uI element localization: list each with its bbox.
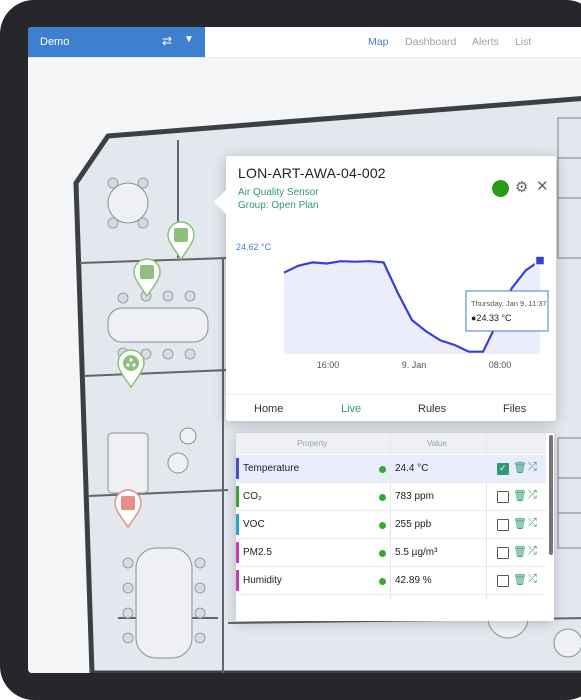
swap-icon[interactable]: ⇄ bbox=[162, 34, 172, 48]
table-row[interactable]: Humidity 42.89 % 🗑 ⤮ bbox=[236, 567, 546, 595]
sensor-popup: LON-ART-AWA-04-002 Air Quality Sensor Gr… bbox=[214, 156, 556, 421]
chart-point-marker[interactable] bbox=[534, 255, 546, 266]
app-screen: Demo ⇄ ▼ Map Dashboard Alerts List LON-A… bbox=[28, 27, 581, 673]
shuffle-icon[interactable]: ⤮ bbox=[528, 489, 537, 502]
show-on-chart-checkbox[interactable] bbox=[497, 519, 509, 531]
row-color-bar bbox=[236, 458, 239, 479]
show-on-chart-checkbox[interactable] bbox=[497, 491, 509, 503]
status-dot bbox=[379, 466, 386, 473]
shuffle-icon[interactable]: ⤮ bbox=[528, 461, 537, 474]
status-dot bbox=[379, 578, 386, 585]
property-value: 24.4 °C bbox=[395, 463, 429, 474]
nav-map[interactable]: Map bbox=[368, 36, 388, 48]
show-on-chart-checkbox[interactable] bbox=[497, 463, 509, 475]
sensor-group: Group: Open Plan bbox=[238, 200, 319, 211]
property-table: Property Value Temperature 24.4 °C 🗑 ⤮ C… bbox=[236, 433, 554, 621]
property-name: Humidity bbox=[243, 575, 282, 586]
group-selector-label: Demo bbox=[40, 36, 70, 48]
nav-alerts[interactable]: Alerts bbox=[472, 36, 499, 48]
chart-tooltip bbox=[465, 290, 549, 332]
status-indicator bbox=[492, 180, 509, 197]
property-name: CO₂ bbox=[243, 491, 262, 502]
sensor-title: LON-ART-AWA-04-002 bbox=[238, 165, 386, 181]
close-icon[interactable]: ✕ bbox=[536, 177, 549, 195]
x-tick-label: 16:00 bbox=[317, 360, 340, 370]
table-row[interactable]: VOC 255 ppb 🗑 ⤮ bbox=[236, 511, 546, 539]
top-bar: Demo ⇄ ▼ Map Dashboard Alerts List bbox=[28, 27, 581, 58]
tab-home[interactable]: Home bbox=[254, 403, 283, 415]
nav-dashboard[interactable]: Dashboard bbox=[405, 36, 456, 48]
x-tick-label: 9. Jan bbox=[402, 360, 427, 370]
y-axis-top-label: 24.62 °C bbox=[236, 242, 272, 252]
sensor-pin-3[interactable] bbox=[116, 349, 146, 389]
shuffle-icon[interactable]: ⤮ bbox=[528, 517, 537, 530]
tab-files[interactable]: Files bbox=[503, 403, 526, 415]
tab-live[interactable]: Live bbox=[341, 403, 361, 415]
trash-icon[interactable]: 🗑 bbox=[513, 545, 527, 558]
tooltip-date: Thursday, Jan 9, 11:37 bbox=[471, 299, 547, 308]
status-dot bbox=[379, 494, 386, 501]
property-name: Temperature bbox=[243, 463, 300, 474]
property-value: 255 ppb bbox=[395, 519, 432, 530]
chevron-down-icon[interactable]: ▼ bbox=[184, 34, 194, 45]
sensor-pin-1[interactable] bbox=[166, 221, 196, 261]
column-header-property: Property bbox=[297, 439, 328, 448]
temperature-chart: 24.62 °C 16:00 9. Jan 08:00 Thursday, Ja… bbox=[236, 242, 549, 370]
x-tick-label: 08:00 bbox=[489, 360, 512, 370]
table-row[interactable]: CO₂ 783 ppm 🗑 ⤮ bbox=[236, 483, 546, 511]
table-scrollbar[interactable] bbox=[549, 435, 553, 555]
table-row[interactable]: PM2.5 5.5 µg/m³ 🗑 ⤮ bbox=[236, 539, 546, 567]
property-value: 42.89 % bbox=[395, 575, 432, 586]
shuffle-icon[interactable]: ⤮ bbox=[528, 573, 537, 586]
row-color-bar bbox=[236, 542, 239, 563]
trash-icon[interactable]: 🗑 bbox=[513, 517, 527, 530]
property-value: 783 ppm bbox=[395, 491, 434, 502]
status-dot bbox=[379, 522, 386, 529]
property-value: 5.5 µg/m³ bbox=[395, 547, 438, 558]
nav-list[interactable]: List bbox=[515, 36, 531, 48]
trash-icon[interactable]: 🗑 bbox=[513, 489, 527, 502]
gear-icon[interactable]: ⚙ bbox=[515, 178, 528, 196]
tooltip-value: ●24.33 °C bbox=[471, 313, 512, 323]
shuffle-icon[interactable]: ⤮ bbox=[528, 545, 537, 558]
status-dot bbox=[379, 550, 386, 557]
show-on-chart-checkbox[interactable] bbox=[497, 575, 509, 587]
sensor-pin-2[interactable] bbox=[132, 258, 162, 298]
column-header-value: Value bbox=[427, 439, 447, 448]
property-name: VOC bbox=[243, 519, 265, 530]
table-header: Property Value bbox=[236, 433, 546, 454]
row-color-bar bbox=[236, 570, 239, 591]
table-row[interactable]: Temperature 24.4 °C 🗑 ⤮ bbox=[236, 455, 546, 483]
sensor-pin-4[interactable] bbox=[113, 489, 143, 529]
row-color-bar bbox=[236, 514, 239, 535]
row-color-bar bbox=[236, 486, 239, 507]
show-on-chart-checkbox[interactable] bbox=[497, 547, 509, 559]
property-name: PM2.5 bbox=[243, 547, 272, 558]
popup-tabs: Home Live Rules Files bbox=[226, 394, 556, 421]
tab-rules[interactable]: Rules bbox=[418, 403, 446, 415]
sensor-type: Air Quality Sensor bbox=[238, 187, 319, 198]
trash-icon[interactable]: 🗑 bbox=[513, 461, 527, 474]
trash-icon[interactable]: 🗑 bbox=[513, 573, 527, 586]
group-selector[interactable]: Demo ⇄ ▼ bbox=[28, 27, 205, 57]
